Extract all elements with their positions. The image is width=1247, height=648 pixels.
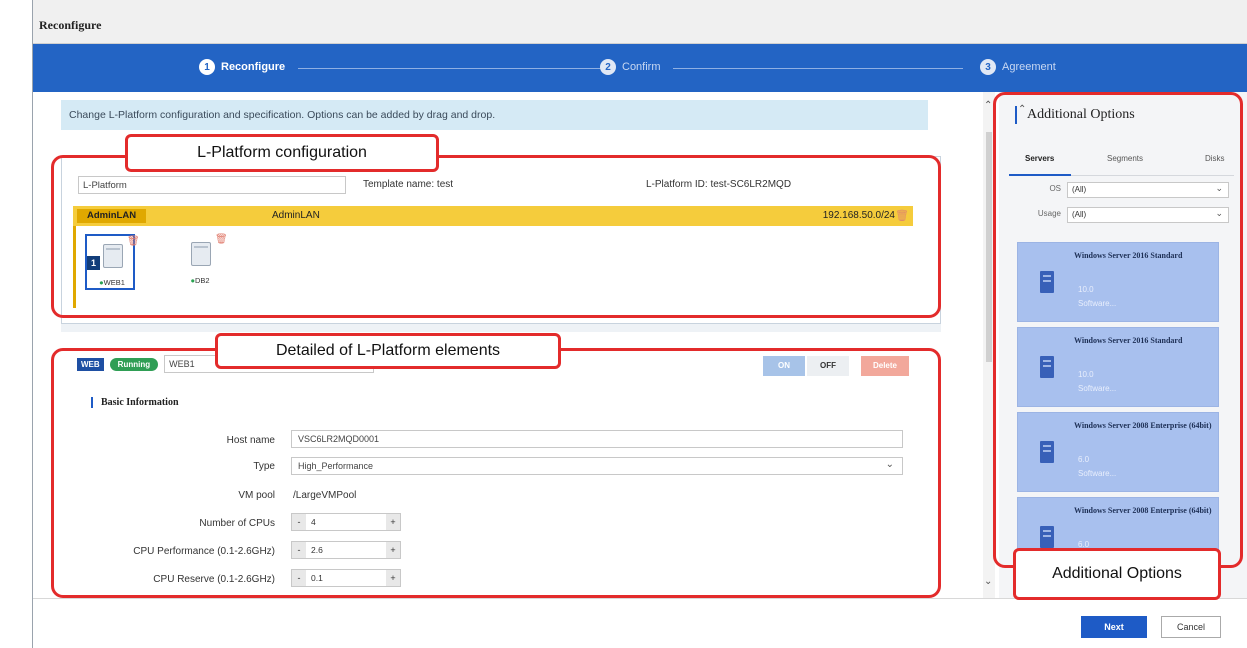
title-bar: Reconfigure [33, 0, 1247, 44]
step-connector [673, 68, 963, 69]
window-title: Reconfigure [39, 18, 102, 32]
config-annotation-outline [51, 155, 941, 318]
step-label: Confirm [622, 61, 661, 73]
options-annotation-outline [993, 92, 1243, 568]
step-reconfigure: 1 Reconfigure [199, 59, 285, 75]
reconfigure-window: Reconfigure 1 Reconfigure 2 Confirm 3 Ag… [32, 0, 1247, 648]
step-number: 2 [600, 59, 616, 75]
wizard-stepper: 1 Reconfigure 2 Confirm 3 Agreement [33, 44, 1247, 92]
config-area-footer [61, 324, 941, 332]
step-confirm: 2 Confirm [600, 59, 661, 75]
chevron-down-icon[interactable]: ⌄ [984, 576, 992, 587]
detail-annotation-callout: Detailed of L-Platform elements [215, 333, 561, 369]
config-annotation-callout: L-Platform configuration [125, 134, 439, 172]
step-label: Agreement [1002, 61, 1056, 73]
step-label: Reconfigure [221, 61, 286, 73]
detail-annotation-outline [51, 348, 941, 598]
step-number: 1 [199, 59, 215, 75]
info-banner: Change L-Platform configuration and spec… [61, 100, 928, 130]
step-number: 3 [980, 59, 996, 75]
cancel-button[interactable]: Cancel [1161, 616, 1221, 638]
step-agreement: 3 Agreement [980, 59, 1056, 75]
step-connector [298, 68, 608, 69]
options-annotation-callout: Additional Options [1013, 548, 1221, 600]
scrollbar-thumb[interactable] [986, 132, 992, 362]
chevron-up-icon[interactable]: ⌃ [984, 100, 992, 111]
footer-bar: Next Cancel [33, 598, 1247, 648]
next-button[interactable]: Next [1081, 616, 1147, 638]
